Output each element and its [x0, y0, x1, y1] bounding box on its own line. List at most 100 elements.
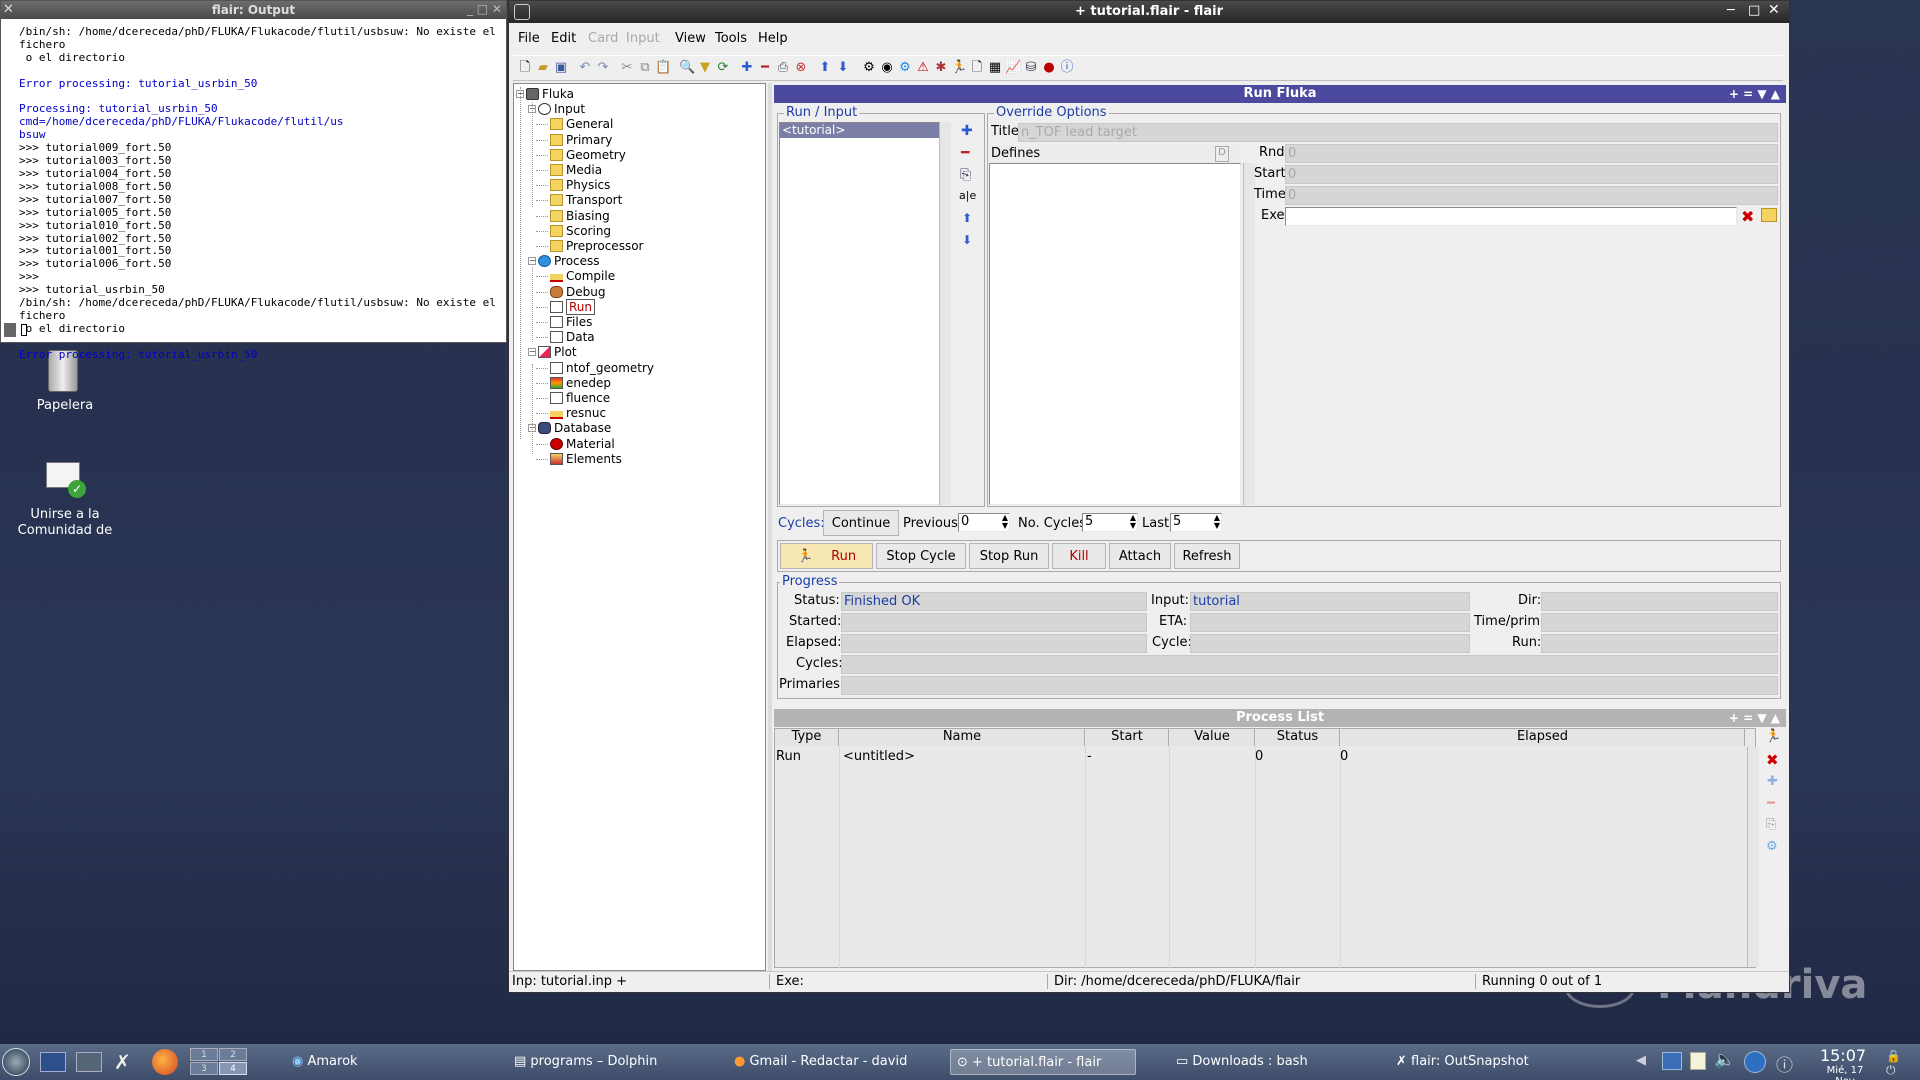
app-icon[interactable] — [514, 4, 530, 20]
refresh-icon[interactable]: ⟳ — [715, 60, 731, 76]
run-button[interactable]: 🏃 Run — [780, 543, 873, 569]
clock-time[interactable]: 15:07 — [1818, 1046, 1868, 1065]
start-field[interactable]: 0 — [1285, 165, 1778, 184]
tree-item-fluence[interactable]: fluence — [550, 391, 610, 405]
info-icon[interactable]: ⓘ — [1059, 60, 1075, 76]
task-amarok[interactable]: ◉ Amarok — [286, 1049, 496, 1075]
remove-icon[interactable]: ━ — [757, 60, 773, 76]
no-cycles-spin-icon[interactable]: ▲ ▼ — [1130, 514, 1136, 530]
tree-item-plot[interactable]: Plot — [538, 345, 577, 359]
move-up-icon[interactable]: ⬆ — [817, 60, 833, 76]
task-gmail[interactable]: ● Gmail - Redactar - david — [728, 1049, 938, 1075]
run-add-icon[interactable]: ✚ — [961, 123, 973, 139]
add-icon[interactable]: ✚ — [739, 60, 755, 76]
menu-card[interactable]: Card — [588, 31, 618, 46]
exe-field[interactable] — [1285, 207, 1737, 226]
task-dolphin[interactable]: ▤ programs – Dolphin — [508, 1049, 718, 1075]
process-list-header-controls[interactable]: + = ▼ ▲ — [1729, 709, 1780, 727]
tree-item-process[interactable]: Process — [538, 254, 600, 268]
updates-icon[interactable] — [1744, 1051, 1766, 1073]
output-window-titlebar[interactable]: flair: Output — [1, 1, 506, 19]
output-text[interactable]: /bin/sh: /home/dcereceda/phD/FLUKA/Fluka… — [19, 25, 504, 362]
network-icon[interactable] — [1662, 1052, 1682, 1070]
process-icon[interactable]: ⚙ — [897, 60, 913, 76]
save-icon[interactable]: ▣ — [553, 60, 569, 76]
project-tree[interactable]: − Fluka − Input General Primary Geometry Media P… — [513, 83, 766, 971]
tree-item-primary[interactable]: Primary — [550, 133, 612, 147]
tree-item-elements[interactable]: Elements — [550, 452, 622, 466]
col-status[interactable]: Status — [1256, 729, 1340, 746]
process-run-icon[interactable]: 🏃 — [1765, 729, 1781, 744]
material-icon[interactable]: ● — [1041, 60, 1057, 76]
tree-item-input[interactable]: Input — [538, 102, 585, 116]
defines-scrollbar[interactable] — [1243, 163, 1255, 505]
run-copy-icon[interactable]: ⎘ — [960, 167, 971, 183]
kill-button[interactable]: Kill — [1052, 543, 1106, 569]
print-icon[interactable]: ⎙ — [775, 60, 791, 76]
close-icon[interactable]: ✕ — [1768, 2, 1780, 18]
run-list-item[interactable]: <tutorial> — [780, 123, 948, 138]
tree-item-fluka[interactable]: Fluka — [526, 87, 574, 101]
tools-icon[interactable]: ✗ — [114, 1050, 131, 1074]
filter-icon[interactable]: ▼ — [697, 60, 713, 76]
refresh-button[interactable]: Refresh — [1174, 543, 1240, 569]
exe-browse-icon[interactable] — [1761, 208, 1777, 222]
tree-item-enedep[interactable]: enedep — [550, 376, 611, 390]
task-flair[interactable]: ⊙ + tutorial.flair - flair — [950, 1049, 1136, 1075]
config-icon[interactable] — [76, 1052, 102, 1072]
tree-item-ntof-geometry[interactable]: ntof_geometry — [550, 361, 654, 375]
menu-help[interactable]: Help — [758, 31, 788, 46]
tree-item-general[interactable]: General — [550, 117, 613, 131]
no-cycles-spinbox[interactable]: 5 ▲ ▼ — [1082, 513, 1138, 532]
col-value[interactable]: Value — [1170, 729, 1255, 746]
tray-arrow-icon[interactable]: ◀ — [1636, 1053, 1646, 1068]
tree-item-biasing[interactable]: Biasing — [550, 209, 610, 223]
tree-item-database[interactable]: Database — [538, 421, 611, 435]
run-panel-header-controls[interactable]: + = ▼ ▲ — [1729, 85, 1780, 103]
title-field[interactable]: n_TOF lead target — [1018, 123, 1778, 142]
task-bash[interactable]: ▭ Downloads : bash — [1170, 1049, 1370, 1075]
fluka-icon[interactable]: ⚙ — [861, 60, 877, 76]
menu-file[interactable]: File — [518, 31, 540, 46]
maximize-icon[interactable]: □ — [1748, 3, 1760, 18]
col-type[interactable]: Type — [775, 729, 839, 746]
defines-button[interactable]: D — [1215, 146, 1229, 162]
time-field[interactable]: 0 — [1285, 186, 1778, 205]
process-add-icon[interactable]: ✚ — [1767, 774, 1778, 789]
firefox-icon[interactable] — [152, 1049, 178, 1075]
exe-clear-icon[interactable]: ✖ — [1741, 207, 1754, 226]
clipboard-icon[interactable] — [1690, 1052, 1706, 1070]
tree-item-scoring[interactable]: Scoring — [550, 224, 611, 238]
tree-item-debug[interactable]: Debug — [550, 285, 605, 299]
community-desktop-icon[interactable]: ✓ — [42, 458, 92, 504]
col-start[interactable]: Start — [1086, 729, 1169, 746]
desktop-pager[interactable]: 1 2 3 4 — [190, 1048, 248, 1076]
data-icon[interactable]: ▦ — [987, 60, 1003, 76]
database-icon[interactable]: ⛁ — [1023, 60, 1039, 76]
redo-icon[interactable]: ↷ — [595, 60, 611, 76]
tree-item-resnuc[interactable]: resnuc — [550, 406, 606, 420]
undo-icon[interactable]: ↶ — [577, 60, 593, 76]
delete-icon[interactable]: ⊗ — [793, 60, 809, 76]
open-icon[interactable]: ▰ — [535, 60, 551, 76]
run-icon[interactable]: 🏃 — [951, 60, 967, 76]
stop-cycle-button[interactable]: Stop Cycle — [876, 543, 966, 569]
clock-date[interactable]: Mié, 17 Nov — [1816, 1065, 1874, 1080]
tree-item-compile[interactable]: Compile — [550, 269, 615, 283]
defines-list[interactable] — [989, 163, 1241, 505]
tree-item-run[interactable]: Run — [550, 298, 596, 315]
run-up-icon[interactable]: ⬆ — [962, 211, 972, 225]
tree-expander-icon[interactable]: − — [528, 348, 536, 357]
run-panel-header[interactable]: Run Fluka + = ▼ ▲ — [774, 85, 1786, 103]
tree-expander-icon[interactable]: − — [528, 257, 536, 266]
pager-2[interactable]: 2 — [219, 1048, 247, 1061]
rnd-field[interactable]: 0 — [1285, 144, 1778, 163]
tree-item-material[interactable]: Material — [550, 437, 615, 451]
run-down-icon[interactable]: ⬇ — [962, 233, 972, 247]
tree-item-preprocessor[interactable]: Preprocessor — [550, 239, 643, 253]
run-list-scrollbar[interactable] — [939, 122, 951, 505]
menu-tools[interactable]: Tools — [715, 31, 747, 46]
info-tray-icon[interactable]: ⓘ — [1776, 1051, 1793, 1076]
tree-item-files[interactable]: Files — [550, 315, 592, 329]
move-down-icon[interactable]: ⬇ — [835, 60, 851, 76]
